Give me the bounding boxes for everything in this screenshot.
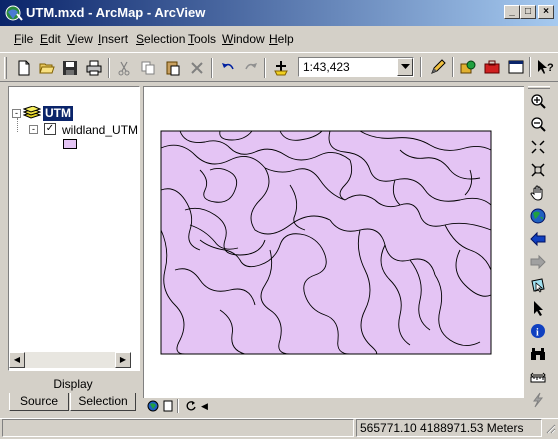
tree-connector bbox=[17, 118, 18, 132]
menu-file[interactable]: File bbox=[14, 32, 33, 46]
fixed-zoom-in-icon[interactable] bbox=[528, 137, 548, 157]
copy-icon[interactable] bbox=[138, 58, 158, 78]
hyperlink-lightning-icon[interactable] bbox=[528, 390, 548, 410]
toolbar-grip[interactable] bbox=[4, 57, 7, 79]
new-document-icon[interactable] bbox=[14, 58, 34, 78]
menu-window[interactable]: Window bbox=[222, 32, 265, 46]
toolbar-separator bbox=[529, 57, 531, 77]
open-folder-icon[interactable] bbox=[37, 58, 57, 78]
legend-swatch bbox=[63, 139, 77, 149]
wildland-polygons-map[interactable] bbox=[160, 130, 492, 355]
resize-grip-icon[interactable] bbox=[544, 422, 556, 436]
zoom-in-icon[interactable] bbox=[528, 91, 548, 111]
coordinates-text: 565771.10 4188971.53 Meters bbox=[360, 421, 524, 435]
add-data-icon[interactable] bbox=[271, 58, 291, 78]
menu-tools[interactable]: Tools bbox=[188, 32, 216, 46]
scroll-left-arrow-icon[interactable]: ◀ bbox=[9, 352, 25, 368]
print-icon[interactable] bbox=[84, 58, 104, 78]
layout-view-page-icon[interactable] bbox=[163, 400, 173, 412]
layer-collapse-toggle[interactable]: - bbox=[29, 125, 38, 134]
data-frame-collapse-toggle[interactable]: - bbox=[12, 109, 21, 118]
identify-info-icon[interactable]: i bbox=[528, 321, 548, 341]
find-binoculars-icon[interactable] bbox=[528, 344, 548, 364]
map-extent bbox=[160, 130, 492, 355]
menu-insert[interactable]: Insert bbox=[98, 32, 128, 46]
map-bottom-separator bbox=[177, 399, 179, 413]
forward-arrow-icon[interactable] bbox=[528, 252, 548, 272]
select-features-icon[interactable] bbox=[528, 275, 548, 295]
redo-icon[interactable] bbox=[241, 58, 261, 78]
measure-ruler-icon[interactable] bbox=[528, 367, 548, 387]
menu-selection[interactable]: Selection bbox=[136, 32, 185, 46]
arcmap-globe-icon[interactable] bbox=[5, 4, 23, 22]
display-tab-label: Display bbox=[53, 377, 93, 391]
svg-text:i: i bbox=[536, 328, 539, 339]
map-scroll-left-icon[interactable]: ◀ bbox=[201, 400, 213, 412]
layer-visibility-checkbox[interactable]: ✓ bbox=[44, 123, 56, 135]
minimize-button[interactable]: _ bbox=[504, 5, 520, 19]
source-tab-label: Source bbox=[19, 394, 59, 408]
window-title: UTM.mxd - ArcMap - ArcView bbox=[26, 5, 206, 20]
menu-bar: File Edit View Insert Selection Tools Wi… bbox=[0, 28, 558, 50]
menu-help[interactable]: Help bbox=[269, 32, 294, 46]
scale-dropdown-button[interactable] bbox=[397, 58, 413, 76]
command-line-icon[interactable] bbox=[506, 57, 526, 77]
full-extent-globe-icon[interactable] bbox=[528, 206, 548, 226]
tools-toolbar bbox=[526, 86, 558, 414]
select-elements-arrow-icon[interactable] bbox=[528, 298, 548, 318]
toc-horizontal-scrollbar[interactable]: ◀ ▶ bbox=[9, 352, 131, 368]
layers-stack-icon bbox=[22, 105, 42, 120]
status-message-panel bbox=[2, 419, 354, 437]
title-bar: UTM.mxd - ArcMap - ArcView _ □ × bbox=[0, 0, 558, 26]
toc-selection-tab[interactable]: Selection bbox=[70, 393, 136, 411]
map-bottom-bar: ◀ bbox=[143, 398, 524, 414]
toc-display-tab[interactable]: Display bbox=[8, 377, 138, 393]
coordinates-readout: 565771.10 4188971.53 Meters bbox=[356, 419, 542, 437]
toolbar-separator bbox=[108, 58, 110, 78]
layer-name[interactable]: wildland_UTM bbox=[62, 123, 138, 137]
svg-text:?: ? bbox=[547, 62, 554, 74]
arccatalog-icon[interactable] bbox=[458, 57, 478, 77]
toolbar-separator bbox=[264, 58, 266, 78]
maximize-button[interactable]: □ bbox=[520, 5, 536, 19]
chevron-down-icon bbox=[400, 64, 410, 69]
menu-view[interactable]: View bbox=[67, 32, 93, 46]
toc-source-tab[interactable]: Source bbox=[9, 393, 69, 411]
map-scale-value: 1:43,423 bbox=[303, 60, 350, 74]
selection-tab-label: Selection bbox=[78, 394, 128, 408]
pan-hand-icon[interactable] bbox=[528, 183, 548, 203]
whats-this-help-icon[interactable]: ? bbox=[535, 57, 555, 77]
arctoolbox-icon[interactable] bbox=[482, 57, 502, 77]
data-view-globe-icon[interactable] bbox=[147, 400, 159, 412]
delete-x-icon[interactable] bbox=[187, 58, 207, 78]
close-button[interactable]: × bbox=[538, 5, 554, 19]
scroll-right-arrow-icon[interactable]: ▶ bbox=[115, 352, 131, 368]
toolbar-separator bbox=[211, 58, 213, 78]
paste-clipboard-icon[interactable] bbox=[163, 58, 183, 78]
zoom-out-icon[interactable] bbox=[528, 114, 548, 134]
undo-icon[interactable] bbox=[218, 58, 238, 78]
refresh-icon[interactable] bbox=[185, 400, 197, 412]
editor-pencil-icon[interactable] bbox=[428, 57, 448, 77]
cut-scissors-icon[interactable] bbox=[114, 58, 134, 78]
toolbar-separator bbox=[452, 57, 454, 77]
toolbar-separator bbox=[420, 57, 422, 77]
back-arrow-icon[interactable] bbox=[528, 229, 548, 249]
menu-edit[interactable]: Edit bbox=[40, 32, 61, 46]
save-disk-icon[interactable] bbox=[60, 58, 80, 78]
fixed-zoom-out-icon[interactable] bbox=[528, 160, 548, 180]
data-frame-label[interactable]: UTM bbox=[43, 106, 73, 121]
